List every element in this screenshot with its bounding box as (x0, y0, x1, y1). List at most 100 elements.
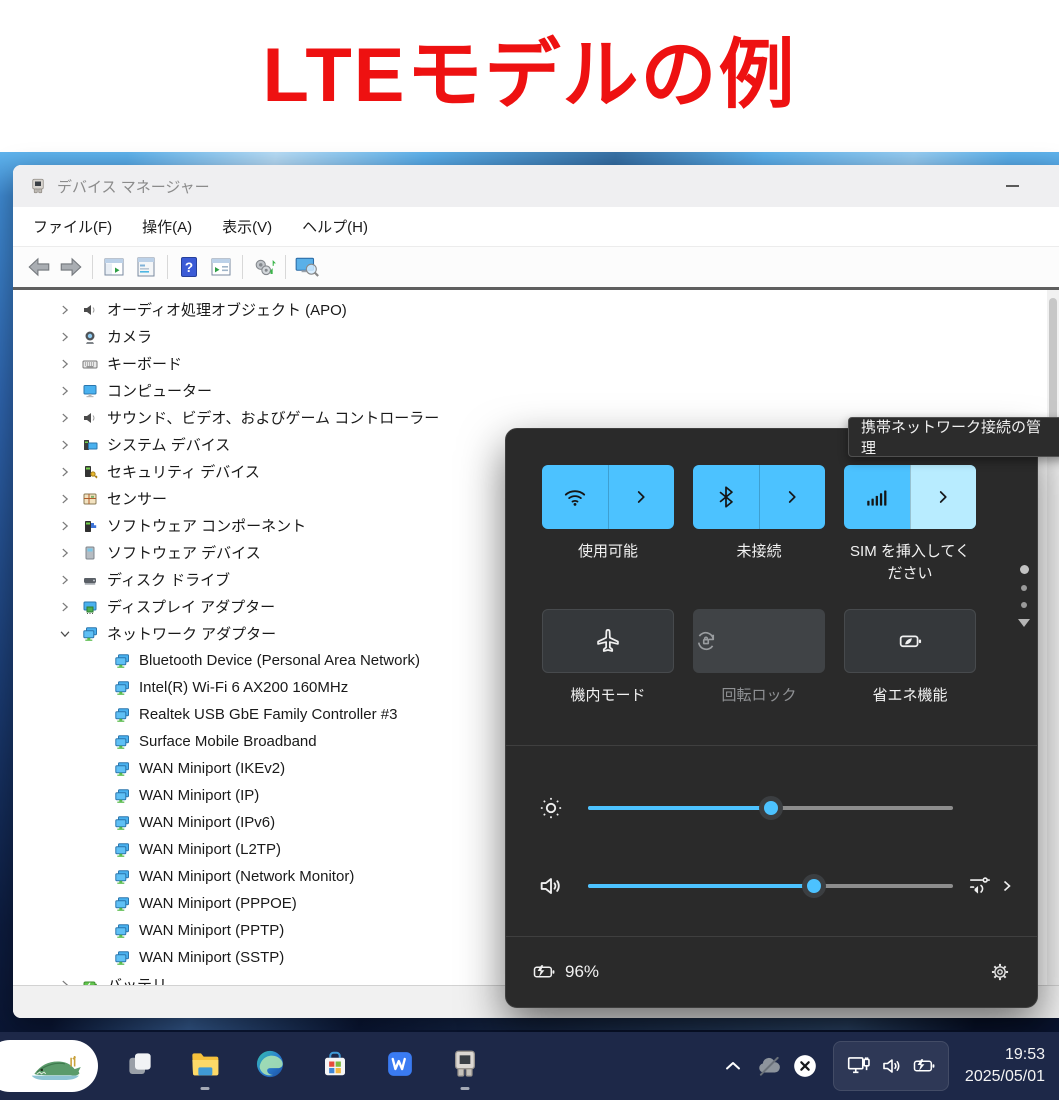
cellular-button[interactable] (844, 465, 976, 529)
tree-item-label: WAN Miniport (IPv6) (139, 814, 275, 831)
wps-office-icon (385, 1049, 415, 1079)
system-tray: 19:53 2025/05/01 (715, 1032, 1059, 1100)
wifi-toggle[interactable] (542, 465, 608, 529)
tree-item[interactable]: コンピューター (13, 377, 1059, 404)
screen: LTEモデルの例 デバイス マネージャー ファイル(F) 操作(A) 表示(V) ヘル… (0, 0, 1059, 1100)
update-driver-button[interactable] (248, 252, 280, 282)
wifi-expand-button[interactable] (608, 465, 675, 529)
toolbar-separator (242, 255, 243, 279)
tree-item-label: キーボード (107, 353, 182, 374)
dev-security-icon (81, 464, 99, 480)
back-icon (26, 254, 52, 280)
scrollbar-thumb[interactable] (1049, 298, 1057, 428)
menu-操作(A)[interactable]: 操作(A) (142, 216, 192, 237)
chevron-right-icon[interactable] (57, 572, 73, 588)
menu-表示(V)[interactable]: 表示(V) (222, 216, 272, 237)
wifi-button[interactable] (542, 465, 674, 529)
page-dot (1021, 585, 1027, 591)
page-indicator (1018, 565, 1030, 627)
bluetooth-icon (713, 484, 739, 510)
tray-overflow-button[interactable] (715, 1046, 751, 1086)
chevron-right-icon[interactable] (57, 356, 73, 372)
wifi-icon (562, 484, 588, 510)
quick-settings-footer: 96% (506, 937, 1037, 1007)
chevron-right-icon[interactable] (57, 383, 73, 399)
onedrive-offline-button[interactable] (751, 1046, 787, 1086)
cellular-expand-button[interactable] (910, 465, 977, 529)
chevron-right-icon[interactable] (57, 410, 73, 426)
energy-saver-button[interactable] (844, 609, 976, 673)
chevron-right-icon[interactable] (57, 302, 73, 318)
brightness-slider[interactable] (588, 806, 953, 810)
chevron-right-icon[interactable] (57, 545, 73, 561)
chevron-right-icon[interactable] (57, 437, 73, 453)
volume-slider[interactable] (588, 884, 953, 888)
tree-item-label: ソフトウェア デバイス (107, 542, 261, 563)
tree-item[interactable]: カメラ (13, 323, 1059, 350)
cellular-label: SIM を挿入してください (844, 541, 976, 585)
dev-network-icon (113, 950, 131, 966)
taskbar-file-explorer[interactable] (183, 1042, 227, 1086)
scan-hardware-button[interactable] (291, 252, 323, 282)
expand-pages-arrow-icon[interactable] (1018, 619, 1030, 627)
forward-icon (58, 254, 84, 280)
action-pane-icon (209, 255, 233, 279)
console-tree-button[interactable] (98, 252, 130, 282)
chevron-right-icon[interactable] (57, 599, 73, 615)
brightness-fill (588, 806, 771, 810)
volume-icon (536, 871, 566, 901)
cellular-toggle[interactable] (844, 465, 910, 529)
minimize-button[interactable] (998, 175, 1026, 197)
action-pane-button[interactable] (205, 252, 237, 282)
start-crocodile-button[interactable] (0, 1040, 98, 1092)
tooltip-text: 携帯ネットワーク接続の管理 (861, 416, 1055, 458)
taskbar-edge-browser[interactable] (248, 1042, 292, 1086)
airplane-mode-button[interactable] (542, 609, 674, 673)
chevron-up-icon (721, 1054, 745, 1078)
brightness-slider-thumb[interactable] (764, 801, 778, 815)
taskbar-task-view[interactable] (118, 1042, 162, 1086)
taskbar-clock[interactable]: 19:53 2025/05/01 (965, 1044, 1045, 1088)
volume-slider-thumb[interactable] (807, 879, 821, 893)
chevron-right-icon[interactable] (57, 329, 73, 345)
chevron-right-icon[interactable] (57, 518, 73, 534)
clock-time: 19:53 (965, 1044, 1045, 1066)
menu-ファイル(F)[interactable]: ファイル(F) (33, 216, 112, 237)
audio-output-icon[interactable] (967, 873, 993, 899)
help-button[interactable]: ? (173, 252, 205, 282)
page-dot (1021, 602, 1027, 608)
properties-button[interactable] (130, 252, 162, 282)
settings-gear-icon[interactable] (989, 961, 1011, 983)
chevron-right-icon[interactable] (57, 977, 73, 986)
taskbar-microsoft-store[interactable] (313, 1042, 357, 1086)
chevron-right-icon[interactable] (57, 464, 73, 480)
audio-output-chevron-icon[interactable] (999, 878, 1015, 894)
taskbar-device-manager-app[interactable] (443, 1042, 487, 1086)
bluetooth-button[interactable] (693, 465, 825, 529)
network-tray-icon (846, 1053, 872, 1079)
forward-button[interactable] (55, 252, 87, 282)
tree-item[interactable]: キーボード (13, 350, 1059, 377)
window-titlebar: デバイス マネージャー (13, 165, 1059, 207)
airplane-icon (594, 627, 622, 655)
close-notification-button[interactable] (787, 1046, 823, 1086)
tree-item[interactable]: オーディオ処理オブジェクト (APO) (13, 296, 1059, 323)
page-header: LTEモデルの例 (0, 0, 1059, 152)
quick-settings-tray-button[interactable] (833, 1041, 949, 1091)
tree-item-label: WAN Miniport (Network Monitor) (139, 868, 354, 885)
taskbar-wps-office[interactable] (378, 1042, 422, 1086)
chevron-down-icon[interactable] (57, 626, 73, 642)
menu-ヘルプ(H)[interactable]: ヘルプ(H) (302, 216, 368, 237)
chevron-right-icon[interactable] (57, 491, 73, 507)
bluetooth-expand-button[interactable] (759, 465, 826, 529)
vertical-scrollbar[interactable] (1047, 290, 1059, 985)
bluetooth-toggle[interactable] (693, 465, 759, 529)
battery-status[interactable]: 96% (532, 960, 599, 984)
tree-item-label: センサー (107, 488, 167, 509)
device-manager-app-icon (449, 1048, 481, 1080)
task-view-icon (125, 1049, 155, 1079)
volume-tray-icon (880, 1054, 904, 1078)
update-driver-icon (251, 254, 277, 280)
dev-network-icon (113, 923, 131, 939)
back-button[interactable] (23, 252, 55, 282)
